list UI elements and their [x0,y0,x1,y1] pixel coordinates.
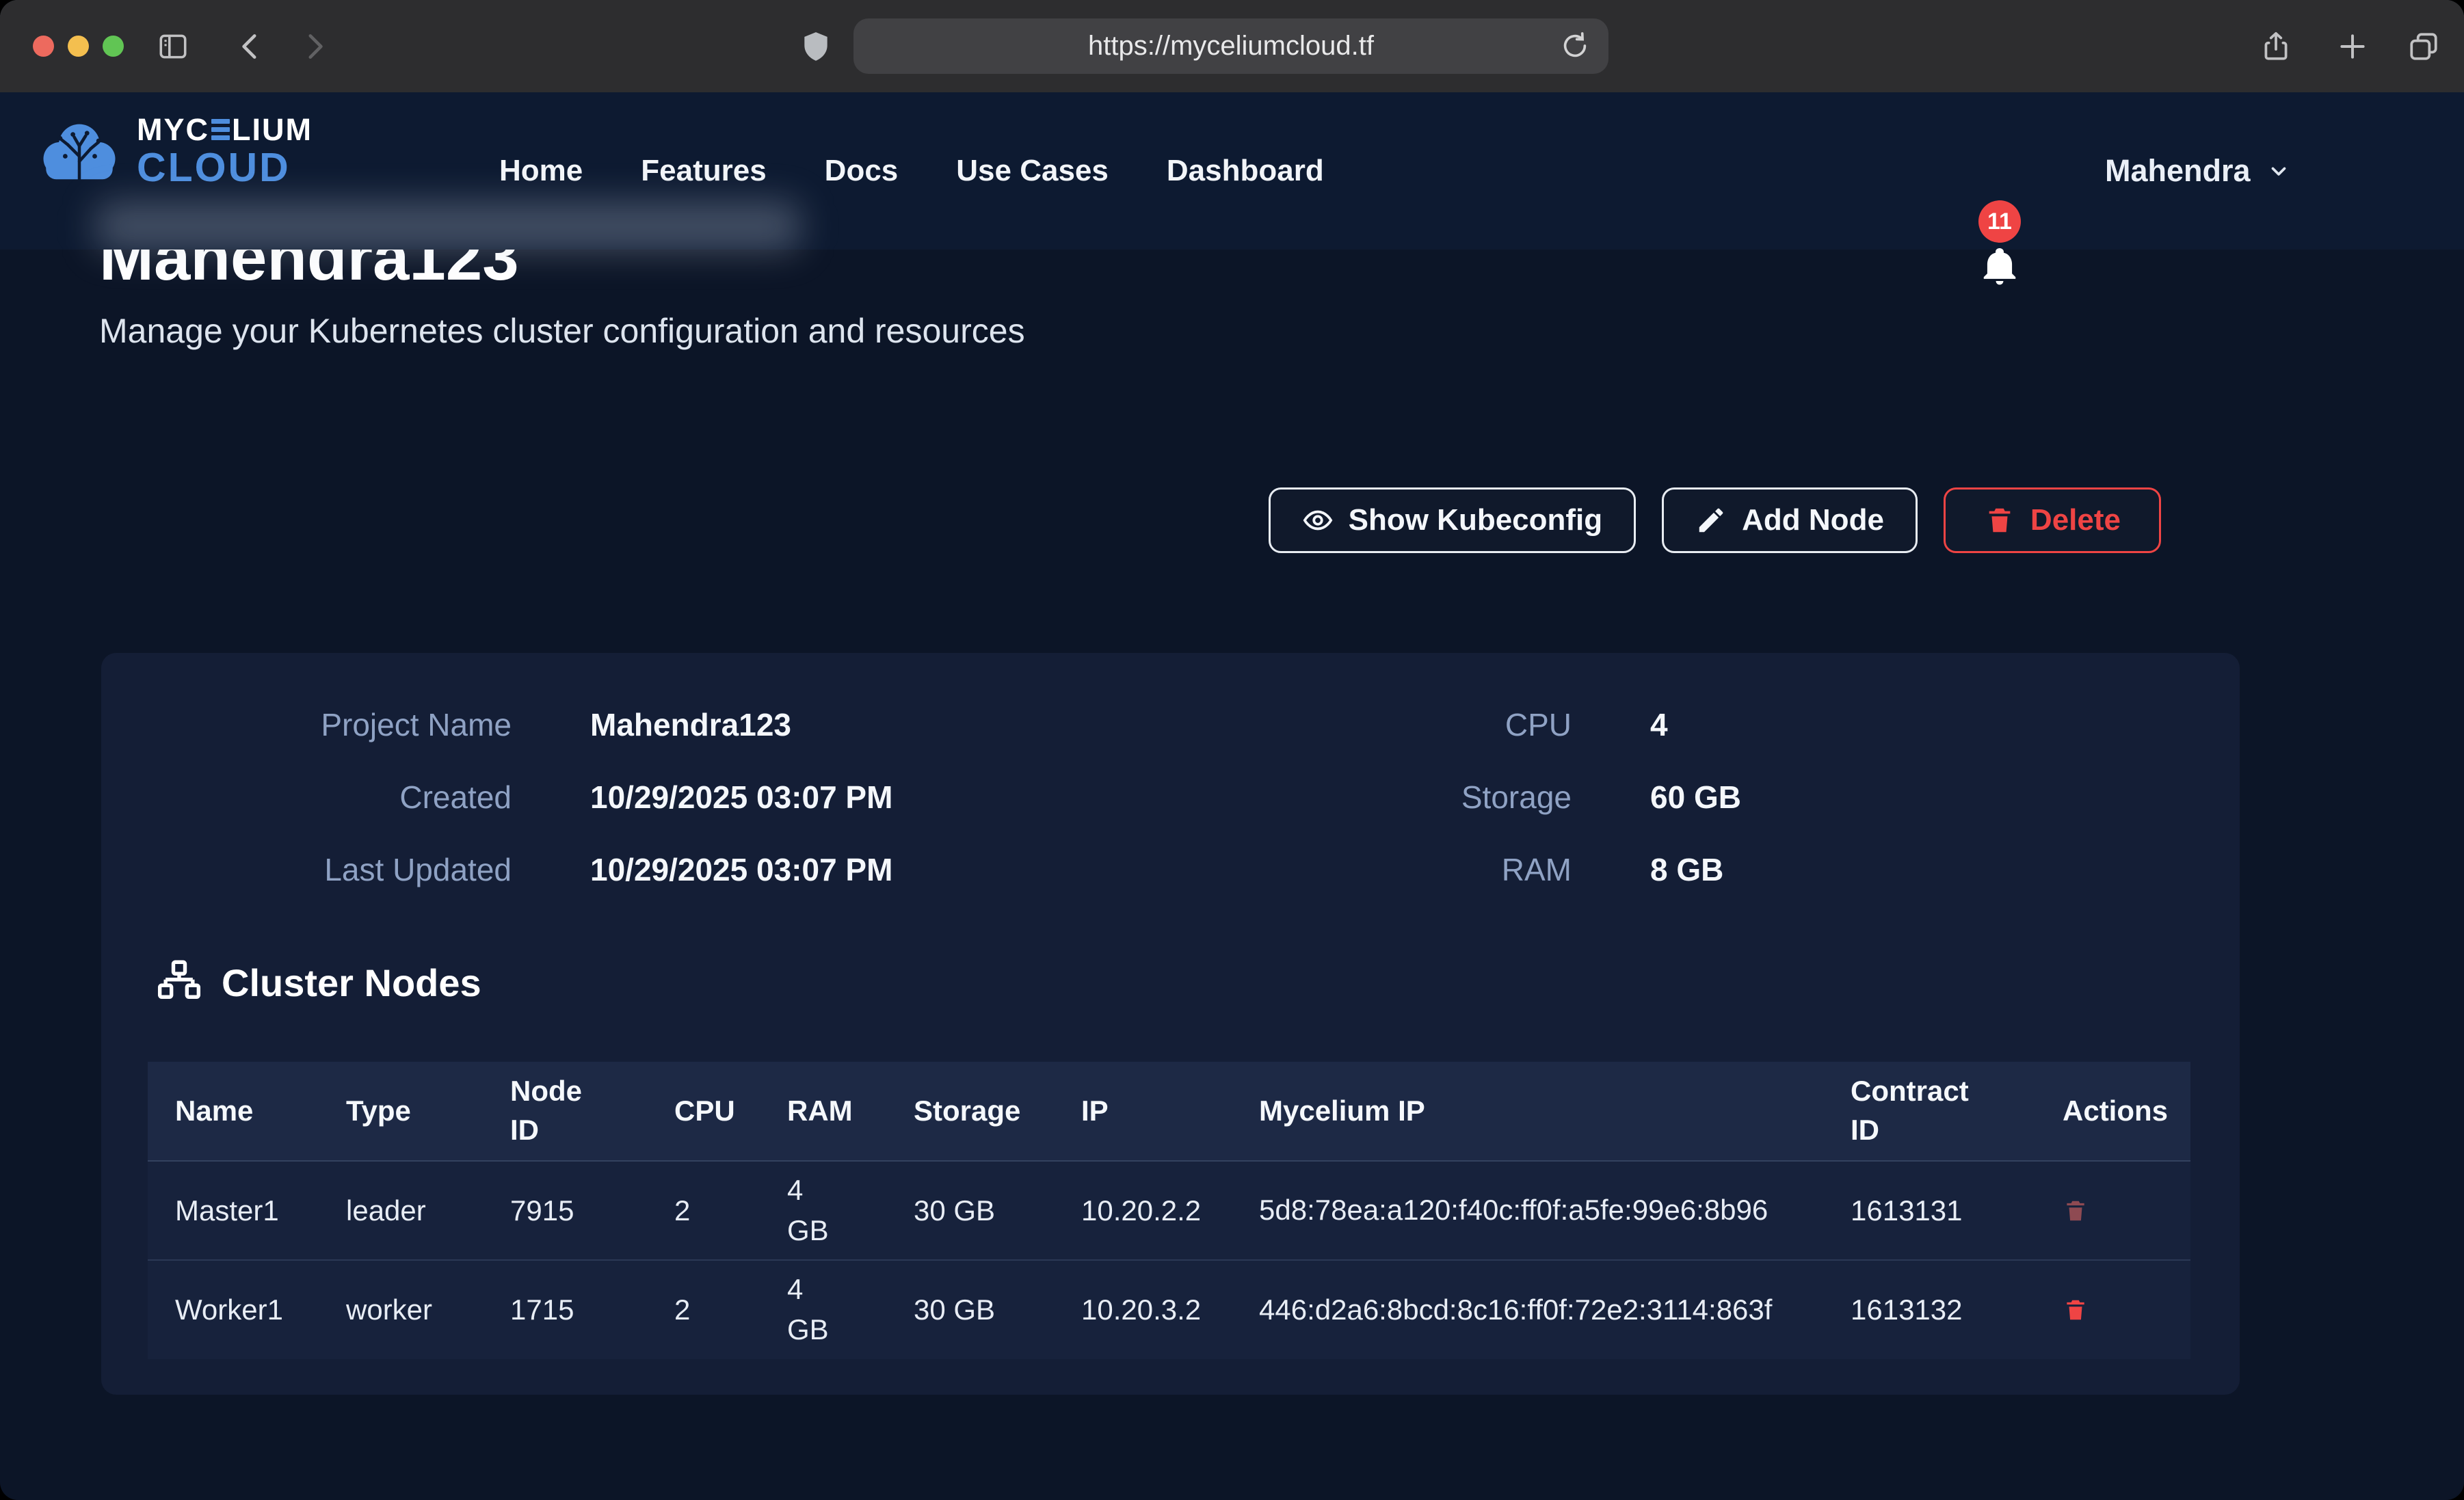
table-header-row: Name Type Node ID CPU RAM Storage IP Myc… [148,1062,2190,1161]
cell-mycelium-ip: 446:d2a6:8bcd:8c16:ff0f:72e2:3114:863f [1232,1260,1823,1359]
cluster-info-right: CPU 4 Storage 60 GB RAM 8 GB [1168,706,1741,924]
cell-ip: 10.20.2.2 [1054,1161,1232,1260]
col-header-ram: RAM [760,1062,886,1161]
cell-type: worker [319,1260,483,1359]
cell-actions [2035,1161,2190,1260]
ram-value: 8 GB [1650,851,1723,888]
notifications-button[interactable]: 11 [1966,200,2048,296]
nav-item-use-cases[interactable]: Use Cases [956,154,1109,188]
cell-contract-id: 1613131 [1823,1161,2035,1260]
ram-label: RAM [1168,851,1572,888]
logo-e-bars-icon [211,119,230,140]
table-row-worker1: Worker1 worker 1715 2 4 GB 30 GB 10.20.3… [148,1260,2190,1359]
show-kubeconfig-button[interactable]: Show Kubeconfig [1269,487,1637,553]
col-header-storage: Storage [886,1062,1054,1161]
delete-cluster-button[interactable]: Delete [1944,487,2161,553]
user-name: Mahendra [2105,153,2251,189]
project-name-value: Mahendra123 [590,706,791,743]
delete-node-trash-icon[interactable] [2063,1296,2089,1324]
cell-type: leader [319,1161,483,1260]
cell-storage: 30 GB [886,1161,1054,1260]
table-row-master1: Master1 leader 7915 2 4 GB 30 GB 10.20.2… [148,1161,2190,1260]
cluster-actions-toolbar: Show Kubeconfig Add Node Delete [1269,487,2161,553]
cell-actions [2035,1260,2190,1359]
storage-value: 60 GB [1650,779,1741,816]
user-menu[interactable]: Mahendra [2105,92,2290,250]
nav-item-home[interactable]: Home [499,154,583,188]
cell-ip: 10.20.3.2 [1054,1260,1232,1359]
cell-cpu: 2 [647,1161,760,1260]
cell-contract-id: 1613132 [1823,1260,2035,1359]
page-subtitle: Manage your Kubernetes cluster configura… [99,311,1025,351]
col-header-type: Type [319,1062,483,1161]
cell-cpu: 2 [647,1260,760,1359]
cell-ram: 4 GB [760,1161,886,1260]
storage-label: Storage [1168,779,1572,816]
cell-name: Worker1 [148,1260,319,1359]
col-header-ip: IP [1054,1062,1232,1161]
cell-node-id: 1715 [483,1260,647,1359]
col-header-actions: Actions [2035,1062,2190,1161]
cluster-nodes-table: Name Type Node ID CPU RAM Storage IP Myc… [148,1062,2190,1359]
nav-item-dashboard[interactable]: Dashboard [1167,154,1324,188]
cell-mycelium-ip: 5d8:78ea:a120:f40c:ff0f:a5fe:99e6:8b96 [1232,1161,1823,1260]
pencil-icon [1695,505,1727,536]
cpu-value: 4 [1650,706,1668,743]
cluster-info-left: Project Name Mahendra123 Created 10/29/2… [101,706,892,924]
cell-storage: 30 GB [886,1260,1054,1359]
created-value: 10/29/2025 03:07 PM [590,779,892,816]
col-header-mycelium-ip: Mycelium IP [1232,1062,1823,1161]
col-header-contract-id: Contract ID [1823,1062,2035,1161]
col-header-name: Name [148,1062,319,1161]
cluster-nodes-heading: Cluster Nodes [156,959,481,1006]
brand-top-post: LIUM [232,114,313,145]
project-name-label: Project Name [101,706,512,743]
brand-wordmark: MYC LIUM CLOUD [137,114,313,188]
cluster-nodes-icon [156,959,202,1006]
cell-name: Master1 [148,1161,319,1260]
cpu-label: CPU [1168,706,1572,743]
cell-node-id: 7915 [483,1161,647,1260]
notifications-bell-icon [1978,244,2021,286]
last-updated-label: Last Updated [101,851,512,888]
nav-item-features[interactable]: Features [641,154,766,188]
brand-bottom: CLOUD [137,148,313,188]
chevron-down-icon [2267,159,2290,183]
cluster-details-card: Project Name Mahendra123 Created 10/29/2… [101,653,2240,1395]
col-header-cpu: CPU [647,1062,760,1161]
brand-logo[interactable]: MYC LIUM CLOUD [38,114,313,188]
delete-label: Delete [2030,503,2121,537]
last-updated-value: 10/29/2025 03:07 PM [590,851,892,888]
show-kubeconfig-label: Show Kubeconfig [1349,503,1603,537]
created-label: Created [101,779,512,816]
cell-ram: 4 GB [760,1260,886,1359]
browser-window: https://myceliumcloud.tf [0,0,2464,1500]
add-node-label: Add Node [1742,503,1884,537]
notifications-badge: 11 [1978,200,2021,243]
mycelium-cloud-logo-icon [38,115,120,187]
brand-top-pre: MYC [137,114,209,145]
add-node-button[interactable]: Add Node [1662,487,1918,553]
trash-icon [1984,505,2015,536]
nav-item-docs[interactable]: Docs [825,154,899,188]
eye-icon [1302,505,1334,536]
delete-node-trash-icon[interactable] [2063,1196,2089,1225]
cluster-nodes-title: Cluster Nodes [222,961,481,1005]
title-blur-artifact [96,202,800,251]
col-header-node-id: Node ID [483,1062,647,1161]
